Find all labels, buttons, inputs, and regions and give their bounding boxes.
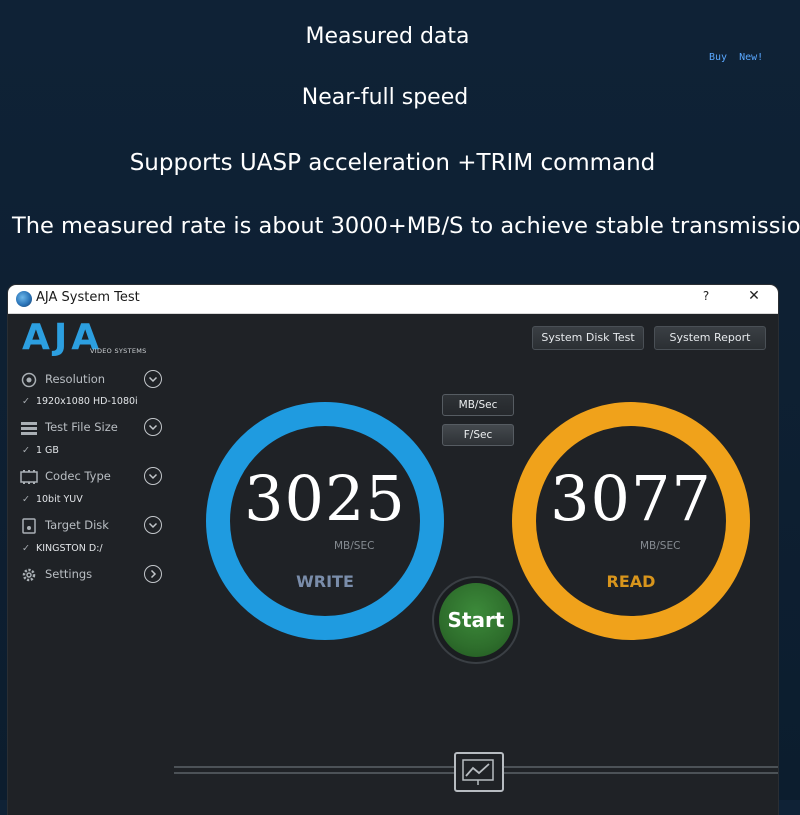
resolution-icon [21,372,37,388]
banner-line-4: The measured rate is about 3000+MB/S to … [12,213,800,239]
read-speed-unit: MB/SEC [640,540,681,552]
banner-line-3: Supports UASP acceleration +TRIM command [129,150,656,176]
write-label: WRITE [296,572,354,591]
check-icon: ✓ [22,396,30,407]
check-icon: ✓ [22,494,30,505]
write-gauge: 3025 MB/SEC WRITE [204,400,446,642]
check-icon: ✓ [22,445,30,456]
start-button[interactable]: Start [432,576,520,664]
codec-value-text: 10bit YUV [35,494,83,505]
sidebar-item-label: Settings [45,567,93,581]
title-bar: AJA System Test ? ✕ [8,285,778,314]
banner-line-2: Near-full speed [301,85,469,110]
sidebar-item-settings[interactable]: Settings [20,565,170,585]
sidebar-item-label: Target Disk [45,518,109,532]
target-disk-value-text: KINGSTON D:/ [35,543,103,554]
chevron-down-icon[interactable] [144,467,162,485]
disk-icon [22,518,36,534]
chevron-down-icon[interactable] [144,516,162,534]
target-disk-value: ✓ KINGSTON D:/ [22,543,103,557]
file-size-icon [21,422,37,435]
file-size-value: ✓ 1 GB [22,445,59,459]
sidebar-item-resolution[interactable]: Resolution [20,370,170,390]
line-chart-icon [462,759,494,785]
system-report-button[interactable]: System Report [654,326,766,350]
logo-subtitle: VIDEO SYSTEMS [90,347,147,355]
main-panel: AJA VIDEO SYSTEMS Resolution ✓ 1920x1080 … [8,314,778,814]
read-speed-value: 3077 [550,462,712,535]
buy-text: Buy [709,52,728,63]
new-text: New! [739,52,764,63]
write-speed-value: 3025 [244,462,406,535]
banner-line-1: Measured data [305,24,470,49]
check-icon: ✓ [22,543,30,554]
chevron-right-icon[interactable] [144,565,162,583]
mb-sec-toggle[interactable]: MB/Sec [442,394,514,416]
aja-window: AJA System Test ? ✕ AJA VIDEO SYSTEMS Re… [8,285,778,815]
f-sec-toggle[interactable]: F/Sec [442,424,514,446]
resolution-value-text: 1920x1080 HD-1080i [35,396,138,407]
chevron-down-icon[interactable] [144,370,162,388]
sidebar-item-label: Codec Type [45,469,111,483]
resolution-value: ✓ 1920x1080 HD-1080i [22,396,138,410]
promo-banner: Measured data Near-full speed Supports U… [0,0,800,280]
sidebar-item-label: Resolution [45,372,106,386]
help-button[interactable]: ? [698,289,714,303]
chevron-down-icon[interactable] [144,418,162,436]
write-speed-unit: MB/SEC [334,540,375,552]
read-gauge: 3077 MB/SEC READ [510,400,752,642]
app-icon [16,291,32,307]
start-button-label: Start [439,583,513,657]
close-button[interactable]: ✕ [746,288,762,304]
window-title: AJA System Test [36,290,140,305]
gear-icon [22,568,36,582]
sidebar-item-file-size[interactable]: Test File Size [20,418,170,438]
buy-new-link[interactable]: Buy New! [709,52,763,63]
system-disk-test-button[interactable]: System Disk Test [532,326,644,350]
file-size-value-text: 1 GB [35,445,59,456]
codec-icon [20,470,38,484]
sidebar-item-codec[interactable]: Codec Type [20,467,170,487]
sidebar-item-target-disk[interactable]: Target Disk [20,516,170,536]
read-label: READ [606,572,656,591]
sidebar-item-label: Test File Size [45,420,118,434]
graph-button[interactable] [454,752,504,792]
codec-value: ✓ 10bit YUV [22,494,83,508]
